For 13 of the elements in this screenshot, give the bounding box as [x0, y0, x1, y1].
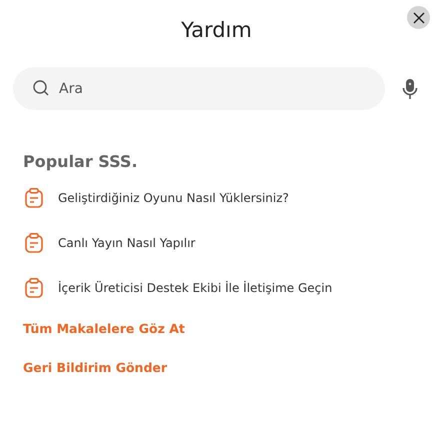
section-heading: Popular SSS.	[23, 152, 139, 171]
close-icon	[412, 12, 424, 24]
clipboard-icon	[23, 232, 45, 254]
search-field[interactable]: Ara	[13, 67, 385, 110]
faq-link[interactable]: İçerik Üreticisi Destek Ekibi İle İletişime Geçin	[23, 277, 332, 299]
clipboard-icon	[23, 187, 45, 209]
microphone-icon[interactable]	[402, 78, 418, 100]
clipboard-icon	[23, 277, 45, 299]
dialog-title: Yardım	[181, 18, 253, 42]
faq-link[interactable]: Geliştirdiğiniz Oyunu Nasıl Yüklersiniz?	[23, 187, 289, 209]
faq-link[interactable]: Canlı Yayın Nasıl Yapılır	[23, 232, 196, 254]
search-icon	[32, 79, 50, 97]
close-button[interactable]	[407, 6, 430, 29]
